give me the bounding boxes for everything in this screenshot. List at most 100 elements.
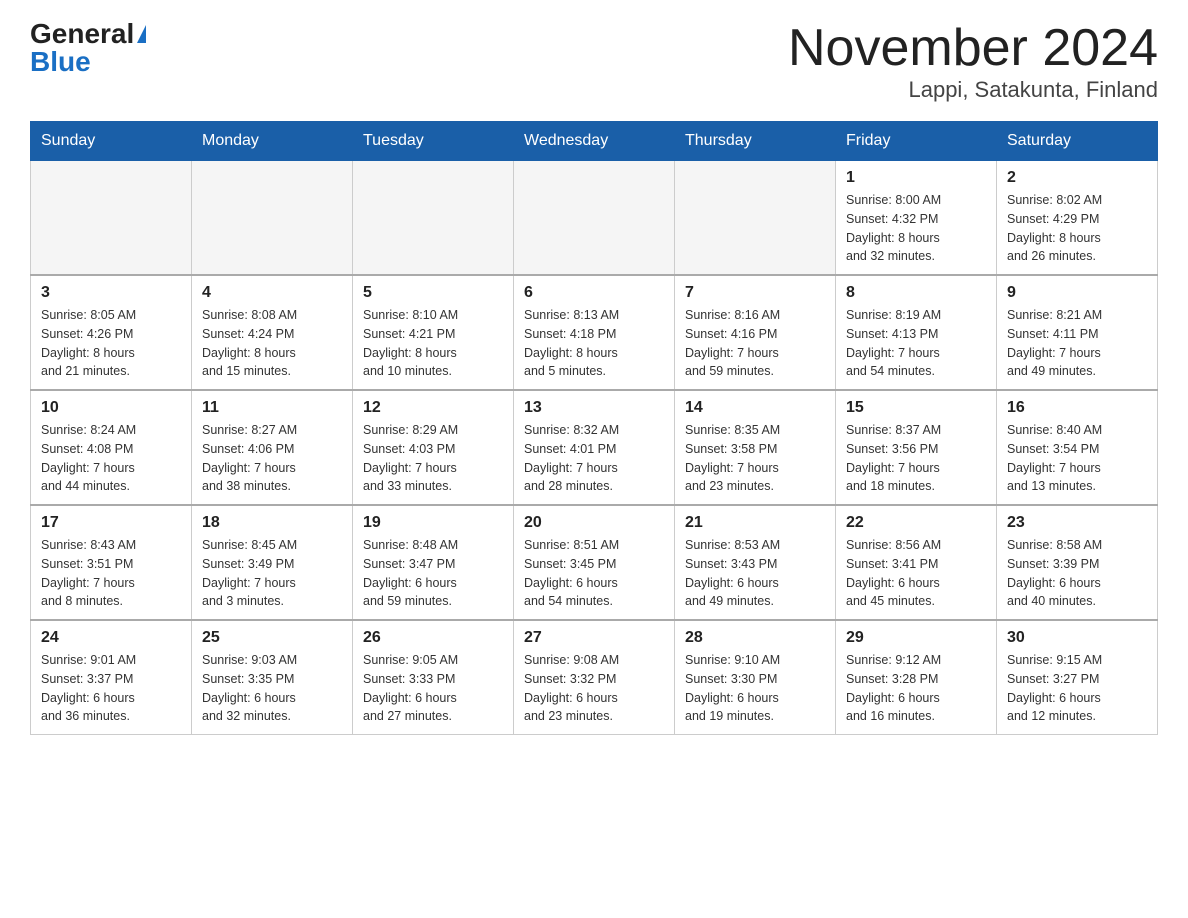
calendar-day-cell: 24 Sunrise: 9:01 AMSunset: 3:37 PMDayligh… xyxy=(31,620,192,735)
calendar-day-header: Thursday xyxy=(675,122,836,161)
calendar-day-cell: 22 Sunrise: 8:56 AMSunset: 3:41 PMDayligh… xyxy=(836,505,997,620)
day-number: 24 xyxy=(41,629,181,647)
calendar-week-row: 1Sunrise: 8:00 AMSunset: 4:32 PMDaylight… xyxy=(31,161,1158,276)
day-number: 27 xyxy=(524,629,664,647)
calendar-day-cell: 20 Sunrise: 8:51 AMSunset: 3:45 PMDayligh… xyxy=(514,505,675,620)
day-info: Sunrise: 8:02 AMSunset: 4:29 PMDaylight:… xyxy=(1007,191,1147,266)
day-number: 12 xyxy=(363,399,503,417)
calendar-day-cell: 29 Sunrise: 9:12 AMSunset: 3:28 PMDayligh… xyxy=(836,620,997,735)
calendar-day-cell: 9Sunrise: 8:21 AMSunset: 4:11 PMDaylight… xyxy=(997,275,1158,390)
calendar-day-cell: 14 Sunrise: 8:35 AMSunset: 3:58 PMDayligh… xyxy=(675,390,836,505)
calendar-day-cell: 13 Sunrise: 8:32 AMSunset: 4:01 PMDayligh… xyxy=(514,390,675,505)
calendar-day-cell xyxy=(192,161,353,276)
day-info: Sunrise: 9:08 AMSunset: 3:32 PMDaylight:… xyxy=(524,651,664,726)
day-number: 15 xyxy=(846,399,986,417)
calendar-day-cell: 3 Sunrise: 8:05 AMSunset: 4:26 PMDaylight… xyxy=(31,275,192,390)
calendar-day-cell xyxy=(31,161,192,276)
day-number: 10 xyxy=(41,399,181,417)
calendar-day-cell: 11 Sunrise: 8:27 AMSunset: 4:06 PMDayligh… xyxy=(192,390,353,505)
day-info: Sunrise: 8:27 AMSunset: 4:06 PMDaylight:… xyxy=(202,421,342,496)
day-info: Sunrise: 9:15 AMSunset: 3:27 PMDaylight:… xyxy=(1007,651,1147,726)
calendar-day-cell: 25 Sunrise: 9:03 AMSunset: 3:35 PMDayligh… xyxy=(192,620,353,735)
day-number: 23 xyxy=(1007,514,1147,532)
day-info: Sunrise: 8:10 AMSunset: 4:21 PMDaylight:… xyxy=(363,306,503,381)
calendar-day-header: Sunday xyxy=(31,122,192,161)
day-number: 17 xyxy=(41,514,181,532)
calendar-day-header: Tuesday xyxy=(353,122,514,161)
calendar-day-cell: 18Sunrise: 8:45 AMSunset: 3:49 PMDayligh… xyxy=(192,505,353,620)
day-info: Sunrise: 9:03 AMSunset: 3:35 PMDaylight:… xyxy=(202,651,342,726)
day-info: Sunrise: 9:12 AMSunset: 3:28 PMDaylight:… xyxy=(846,651,986,726)
day-info: Sunrise: 8:29 AMSunset: 4:03 PMDaylight:… xyxy=(363,421,503,496)
logo-blue-text: Blue xyxy=(30,48,91,76)
day-info: Sunrise: 8:13 AMSunset: 4:18 PMDaylight:… xyxy=(524,306,664,381)
day-info: Sunrise: 8:56 AMSunset: 3:41 PMDaylight:… xyxy=(846,536,986,611)
day-info: Sunrise: 8:32 AMSunset: 4:01 PMDaylight:… xyxy=(524,421,664,496)
logo: General Blue xyxy=(30,20,146,76)
calendar-day-cell: 2 Sunrise: 8:02 AMSunset: 4:29 PMDaylight… xyxy=(997,161,1158,276)
day-number: 16 xyxy=(1007,399,1147,417)
calendar-day-cell: 7Sunrise: 8:16 AMSunset: 4:16 PMDaylight… xyxy=(675,275,836,390)
day-number: 22 xyxy=(846,514,986,532)
calendar-table: SundayMondayTuesdayWednesdayThursdayFrid… xyxy=(30,121,1158,735)
day-number: 25 xyxy=(202,629,342,647)
calendar-day-cell: 4 Sunrise: 8:08 AMSunset: 4:24 PMDaylight… xyxy=(192,275,353,390)
day-info: Sunrise: 8:40 AMSunset: 3:54 PMDaylight:… xyxy=(1007,421,1147,496)
page-subtitle: Lappi, Satakunta, Finland xyxy=(788,77,1158,103)
calendar-week-row: 24 Sunrise: 9:01 AMSunset: 3:37 PMDayligh… xyxy=(31,620,1158,735)
day-info: Sunrise: 8:58 AMSunset: 3:39 PMDaylight:… xyxy=(1007,536,1147,611)
day-info: Sunrise: 8:19 AMSunset: 4:13 PMDaylight:… xyxy=(846,306,986,381)
day-number: 29 xyxy=(846,629,986,647)
day-info: Sunrise: 9:01 AMSunset: 3:37 PMDaylight:… xyxy=(41,651,181,726)
day-number: 11 xyxy=(202,399,342,417)
day-info: Sunrise: 8:43 AMSunset: 3:51 PMDaylight:… xyxy=(41,536,181,611)
calendar-day-cell: 30 Sunrise: 9:15 AMSunset: 3:27 PMDayligh… xyxy=(997,620,1158,735)
day-info: Sunrise: 9:05 AMSunset: 3:33 PMDaylight:… xyxy=(363,651,503,726)
calendar-day-cell: 15Sunrise: 8:37 AMSunset: 3:56 PMDayligh… xyxy=(836,390,997,505)
day-number: 5 xyxy=(363,284,503,302)
calendar-day-cell: 5 Sunrise: 8:10 AMSunset: 4:21 PMDaylight… xyxy=(353,275,514,390)
day-number: 1 xyxy=(846,169,986,187)
calendar-day-header: Monday xyxy=(192,122,353,161)
logo-general-text: General xyxy=(30,20,134,48)
calendar-day-cell: 19Sunrise: 8:48 AMSunset: 3:47 PMDayligh… xyxy=(353,505,514,620)
calendar-day-cell xyxy=(675,161,836,276)
day-number: 13 xyxy=(524,399,664,417)
day-info: Sunrise: 9:10 AMSunset: 3:30 PMDaylight:… xyxy=(685,651,825,726)
day-info: Sunrise: 8:05 AMSunset: 4:26 PMDaylight:… xyxy=(41,306,181,381)
day-number: 21 xyxy=(685,514,825,532)
calendar-day-header: Friday xyxy=(836,122,997,161)
day-number: 26 xyxy=(363,629,503,647)
day-info: Sunrise: 8:51 AMSunset: 3:45 PMDaylight:… xyxy=(524,536,664,611)
calendar-day-cell: 12 Sunrise: 8:29 AMSunset: 4:03 PMDayligh… xyxy=(353,390,514,505)
calendar-day-cell: 8Sunrise: 8:19 AMSunset: 4:13 PMDaylight… xyxy=(836,275,997,390)
day-info: Sunrise: 8:35 AMSunset: 3:58 PMDaylight:… xyxy=(685,421,825,496)
calendar-week-row: 3 Sunrise: 8:05 AMSunset: 4:26 PMDaylight… xyxy=(31,275,1158,390)
calendar-day-cell xyxy=(514,161,675,276)
title-area: November 2024 Lappi, Satakunta, Finland xyxy=(788,20,1158,103)
day-number: 28 xyxy=(685,629,825,647)
day-info: Sunrise: 8:45 AMSunset: 3:49 PMDaylight:… xyxy=(202,536,342,611)
day-number: 6 xyxy=(524,284,664,302)
day-info: Sunrise: 8:48 AMSunset: 3:47 PMDaylight:… xyxy=(363,536,503,611)
day-info: Sunrise: 8:53 AMSunset: 3:43 PMDaylight:… xyxy=(685,536,825,611)
day-info: Sunrise: 8:16 AMSunset: 4:16 PMDaylight:… xyxy=(685,306,825,381)
calendar-day-cell: 26 Sunrise: 9:05 AMSunset: 3:33 PMDayligh… xyxy=(353,620,514,735)
day-number: 20 xyxy=(524,514,664,532)
day-number: 9 xyxy=(1007,284,1147,302)
day-number: 4 xyxy=(202,284,342,302)
day-number: 30 xyxy=(1007,629,1147,647)
page-title: November 2024 xyxy=(788,20,1158,77)
logo-triangle-icon xyxy=(137,25,146,43)
calendar-day-cell: 16 Sunrise: 8:40 AMSunset: 3:54 PMDayligh… xyxy=(997,390,1158,505)
calendar-day-header: Wednesday xyxy=(514,122,675,161)
calendar-day-cell: 17 Sunrise: 8:43 AMSunset: 3:51 PMDayligh… xyxy=(31,505,192,620)
calendar-day-cell: 21 Sunrise: 8:53 AMSunset: 3:43 PMDayligh… xyxy=(675,505,836,620)
calendar-week-row: 10Sunrise: 8:24 AMSunset: 4:08 PMDayligh… xyxy=(31,390,1158,505)
day-number: 14 xyxy=(685,399,825,417)
calendar-day-cell: 27 Sunrise: 9:08 AMSunset: 3:32 PMDayligh… xyxy=(514,620,675,735)
day-info: Sunrise: 8:08 AMSunset: 4:24 PMDaylight:… xyxy=(202,306,342,381)
day-number: 3 xyxy=(41,284,181,302)
day-number: 2 xyxy=(1007,169,1147,187)
calendar-day-cell: 23 Sunrise: 8:58 AMSunset: 3:39 PMDayligh… xyxy=(997,505,1158,620)
